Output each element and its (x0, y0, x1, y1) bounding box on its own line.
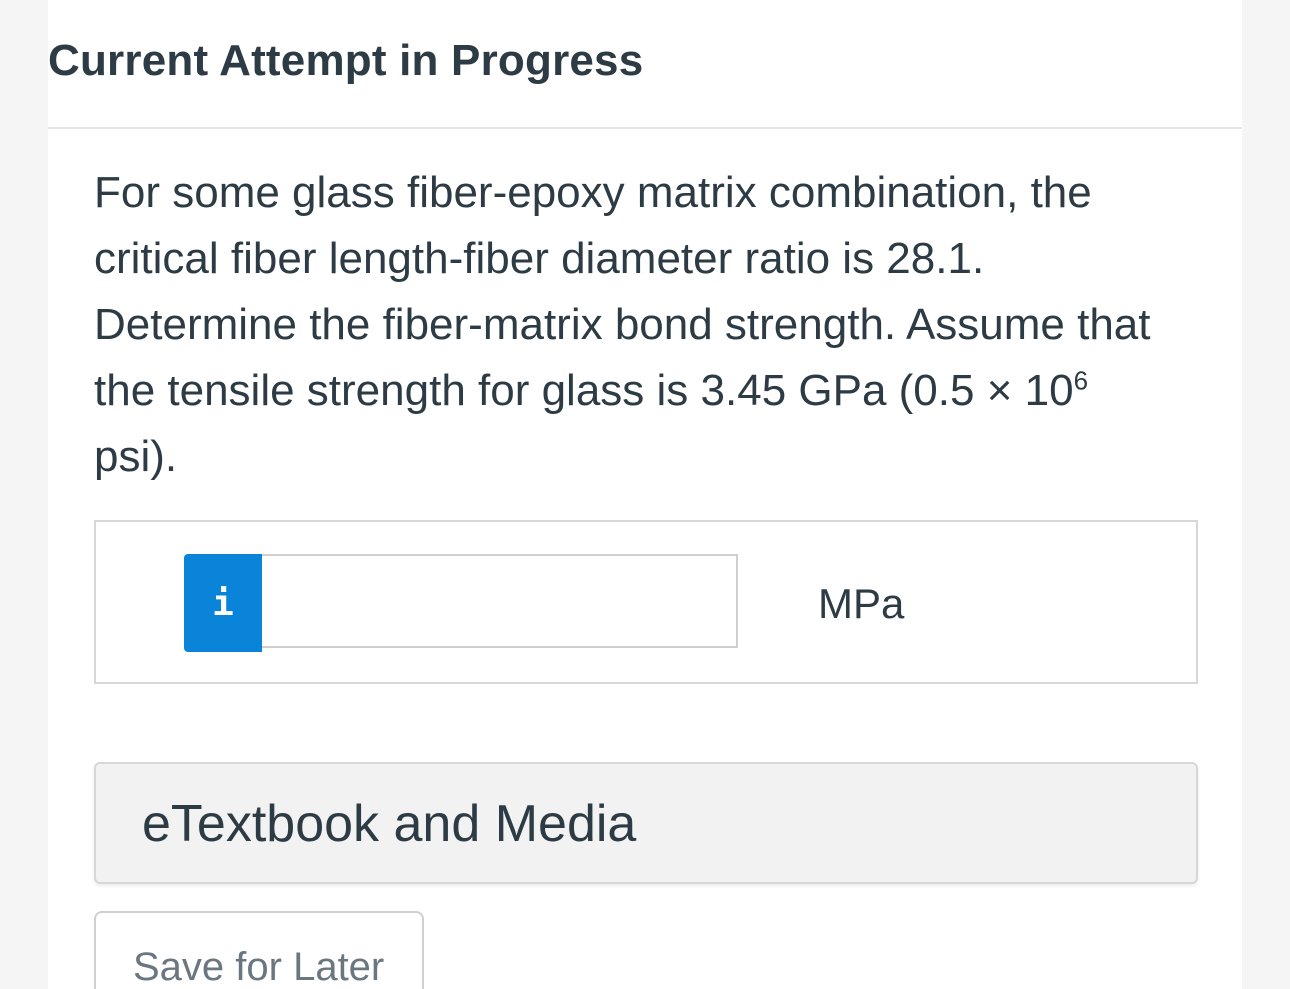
etextbook-media-label: eTextbook and Media (142, 795, 637, 853)
header: Current Attempt in Progress (48, 0, 1242, 129)
save-for-later-button[interactable]: Save for Later (94, 911, 424, 989)
question-body: For some glass fiber-epoxy matrix combin… (94, 168, 1151, 415)
question-text: For some glass fiber-epoxy matrix combin… (94, 160, 1174, 490)
question-panel: Current Attempt in Progress For some gla… (48, 0, 1242, 989)
save-for-later-label: Save for Later (133, 945, 385, 989)
info-icon: i (212, 582, 234, 624)
page: Current Attempt in Progress For some gla… (0, 0, 1290, 989)
question-exponent: 6 (1073, 365, 1089, 396)
info-button[interactable]: i (184, 554, 262, 652)
page-title: Current Attempt in Progress (48, 36, 644, 85)
answer-container: i MPa (94, 520, 1198, 684)
unit-label: MPa (818, 580, 905, 627)
etextbook-media-button[interactable]: eTextbook and Media (94, 762, 1198, 884)
answer-input[interactable] (262, 554, 738, 648)
question-tail: psi). (94, 432, 178, 481)
